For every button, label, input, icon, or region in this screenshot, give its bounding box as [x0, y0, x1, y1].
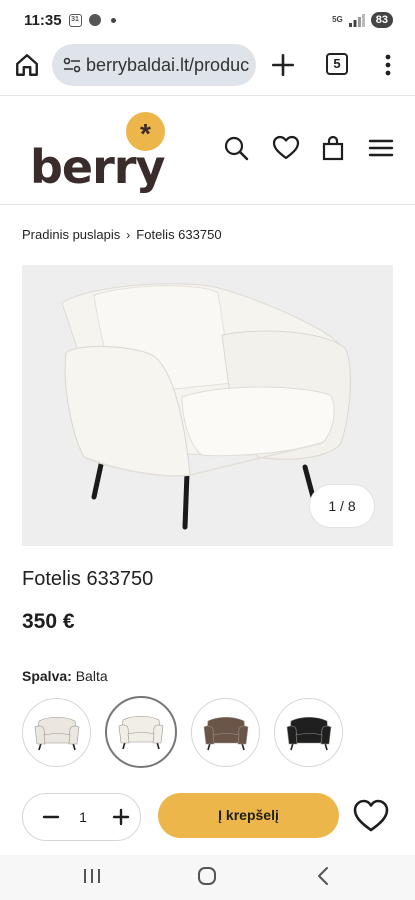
hamburger-menu-icon[interactable]	[367, 134, 395, 162]
armchair-thumbnail	[118, 715, 164, 750]
browser-toolbar: berrybaldai.lt/produc 5	[0, 42, 415, 88]
url-bar[interactable]: berrybaldai.lt/produc	[52, 44, 256, 86]
search-icon[interactable]	[222, 134, 250, 162]
color-swatch[interactable]	[274, 698, 343, 767]
product-gallery[interactable]: 1 / 8	[22, 265, 393, 546]
wishlist-heart-icon[interactable]	[352, 798, 390, 834]
network-type: 5G	[332, 15, 343, 24]
android-nav-bar	[0, 855, 415, 900]
color-selection-label: Spalva: Balta	[22, 668, 108, 684]
add-to-cart-button[interactable]: Į krepšelį	[158, 793, 339, 838]
armchair-thumbnail	[203, 716, 248, 750]
minus-icon[interactable]	[39, 805, 63, 829]
browser-menu-icon[interactable]	[378, 52, 398, 78]
breadcrumb-current: Fotelis 633750	[136, 227, 222, 242]
browser-home-icon[interactable]	[14, 52, 40, 78]
status-time: 11:35	[24, 11, 62, 29]
breadcrumb-home-link[interactable]: Pradinis puslapis	[22, 227, 120, 242]
color-swatch[interactable]	[191, 698, 260, 767]
settings-icon	[88, 14, 101, 26]
url-text: berrybaldai.lt/produc	[86, 54, 250, 75]
color-label: Spalva:	[22, 668, 72, 684]
notification-dot-icon	[110, 17, 116, 23]
quantity-stepper: 1	[22, 793, 141, 841]
home-circle-icon[interactable]	[194, 863, 220, 889]
site-header: berry *	[0, 95, 415, 205]
battery-indicator: 83	[370, 12, 393, 28]
color-value: Balta	[75, 668, 108, 684]
armchair-thumbnail	[34, 716, 79, 750]
product-title: Fotelis 633750	[22, 568, 154, 590]
armchair-thumbnail	[286, 716, 331, 750]
status-bar: 11:35 31 5G 83	[0, 0, 415, 40]
color-swatch[interactable]	[105, 696, 177, 768]
bag-icon[interactable]	[319, 134, 347, 162]
status-right: 5G 83	[332, 12, 393, 28]
status-left: 11:35 31	[24, 12, 116, 29]
tab-switcher-button[interactable]: 5	[326, 53, 348, 75]
new-tab-icon[interactable]	[270, 52, 296, 78]
product-price: 350 €	[22, 610, 75, 633]
berry-logo[interactable]: berry *	[30, 110, 170, 194]
image-counter: 1 / 8	[309, 484, 375, 528]
recents-icon[interactable]	[79, 863, 105, 889]
signal-icon	[348, 14, 365, 27]
color-swatch[interactable]	[22, 698, 91, 767]
breadcrumb: Pradinis puslapis › Fotelis 633750	[22, 227, 222, 242]
chevron-right-icon: ›	[126, 227, 131, 242]
color-swatches	[22, 696, 343, 768]
site-settings-icon[interactable]	[62, 55, 82, 75]
plus-icon[interactable]	[109, 805, 133, 829]
quantity-value[interactable]: 1	[73, 809, 93, 825]
back-icon[interactable]	[310, 863, 336, 889]
calendar-icon: 31	[68, 13, 82, 27]
heart-icon[interactable]	[272, 134, 300, 162]
logo-mark: *	[126, 112, 165, 151]
